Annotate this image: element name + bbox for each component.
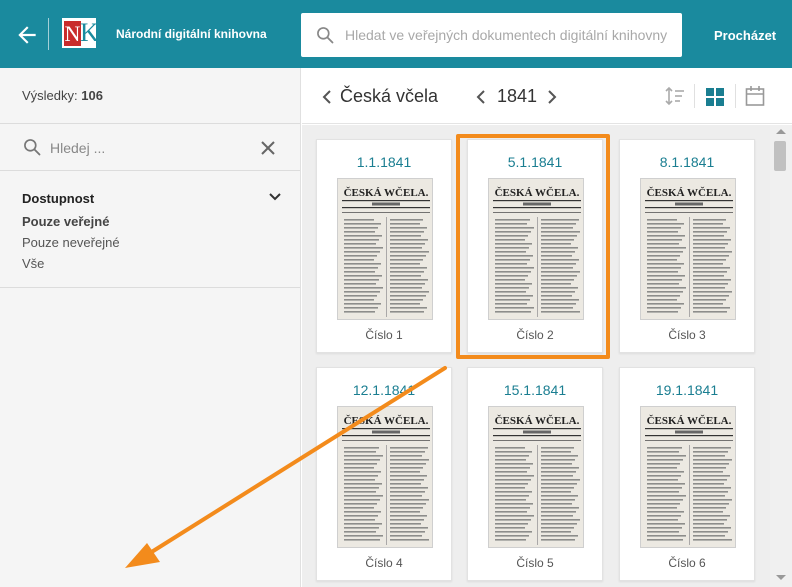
periodical-toolbar: Česká včela 1841 [302, 68, 792, 124]
app-title[interactable]: Národní digitální knihovna [116, 27, 267, 41]
browse-button[interactable]: Procházet [714, 28, 776, 43]
global-search[interactable] [301, 13, 682, 57]
facet-option-private[interactable]: Pouze neveřejné [22, 235, 120, 250]
issue-date: 1.1.1841 [356, 154, 412, 170]
logo-k-glyph: K [80, 18, 99, 47]
thumb-masthead: ČESKÁ WČELA. [344, 414, 429, 427]
grid-scrollbar[interactable] [770, 125, 792, 587]
thumb-masthead: ČESKÁ WČELA. [495, 414, 580, 427]
availability-facet: Dostupnost Pouze veřejné Pouze neveřejné… [0, 172, 300, 288]
app-header: N K Národní digitální knihovna Procházet [0, 0, 792, 68]
issue-thumbnail: ČESKÁ WČELA. [640, 406, 736, 548]
scroll-down-icon[interactable] [776, 575, 786, 580]
chevron-left-icon[interactable] [322, 89, 332, 105]
issue-number: Číslo 2 [516, 328, 554, 342]
issue-number: Číslo 4 [365, 556, 403, 570]
back-arrow-icon[interactable] [14, 22, 40, 48]
issue-number: Číslo 5 [516, 556, 554, 570]
nk-logo[interactable]: N K [62, 18, 99, 48]
global-search-input[interactable] [345, 13, 675, 57]
issue-date: 12.1.1841 [352, 382, 416, 398]
chevron-down-icon[interactable] [268, 192, 282, 202]
issue-thumbnail: ČESKÁ WČELA. [488, 406, 584, 548]
grid-view-icon[interactable] [705, 87, 725, 107]
issue-number: Číslo 3 [668, 328, 706, 342]
periodical-title[interactable]: Česká včela [340, 86, 438, 107]
issue-card[interactable]: 1.1.1841 ČESKÁ WČELA. Číslo 1 [316, 139, 452, 353]
toolbar-separator [694, 84, 695, 108]
issue-date: 19.1.1841 [655, 382, 719, 398]
issue-card[interactable]: 12.1.1841 ČESKÁ WČELA. Číslo 4 [316, 367, 452, 581]
sort-icon[interactable] [664, 86, 686, 106]
scroll-thumb[interactable] [774, 141, 786, 171]
logo-n-glyph: N [64, 21, 81, 46]
toolbar-separator [735, 84, 736, 108]
issue-thumbnail: ČESKÁ WČELA. [337, 178, 433, 320]
scroll-up-icon[interactable] [776, 129, 786, 134]
issue-date: 5.1.1841 [507, 154, 563, 170]
facet-option-all[interactable]: Vše [22, 256, 44, 271]
issue-thumbnail: ČESKÁ WČELA. [337, 406, 433, 548]
prev-year-icon[interactable] [476, 89, 486, 105]
year-label: 1841 [497, 86, 538, 106]
search-icon [317, 27, 334, 44]
next-year-icon[interactable] [547, 89, 557, 105]
issue-date: 8.1.1841 [659, 154, 715, 170]
results-label-text: Výsledky: [22, 88, 78, 103]
issue-card[interactable]: 8.1.1841 ČESKÁ WČELA. Číslo 3 [619, 139, 755, 353]
facet-title[interactable]: Dostupnost [22, 191, 94, 206]
thumb-masthead: ČESKÁ WČELA. [647, 186, 732, 199]
issue-thumbnail: ČESKÁ WČELA. [488, 178, 584, 320]
thumb-masthead: ČESKÁ WČELA. [344, 186, 429, 199]
issue-number: Číslo 1 [365, 328, 403, 342]
results-summary: Výsledky: 106 [0, 68, 300, 124]
filter-search-input[interactable] [50, 135, 240, 161]
header-divider [48, 18, 49, 50]
facet-option-public[interactable]: Pouze veřejné [22, 214, 109, 229]
thumb-masthead: ČESKÁ WČELA. [495, 186, 580, 199]
issue-thumbnail: ČESKÁ WČELA. [640, 178, 736, 320]
issue-card[interactable]: 15.1.1841 ČESKÁ WČELA. Číslo 5 [467, 367, 603, 581]
results-label: Výsledky: 106 [22, 88, 103, 103]
results-count: 106 [81, 88, 103, 103]
issue-card[interactable]: 5.1.1841 ČESKÁ WČELA. Číslo 2 [467, 139, 603, 353]
filter-sidebar: Výsledky: 106 Dostupnost Pouze veřejné P… [0, 68, 301, 587]
calendar-icon[interactable] [745, 85, 765, 107]
close-icon[interactable] [259, 139, 277, 157]
issue-number: Číslo 6 [668, 556, 706, 570]
filter-search-icon [24, 139, 41, 156]
thumb-masthead: ČESKÁ WČELA. [647, 414, 732, 427]
issue-date: 15.1.1841 [503, 382, 567, 398]
filter-search [0, 125, 300, 171]
issue-card[interactable]: 19.1.1841 ČESKÁ WČELA. Číslo 6 [619, 367, 755, 581]
